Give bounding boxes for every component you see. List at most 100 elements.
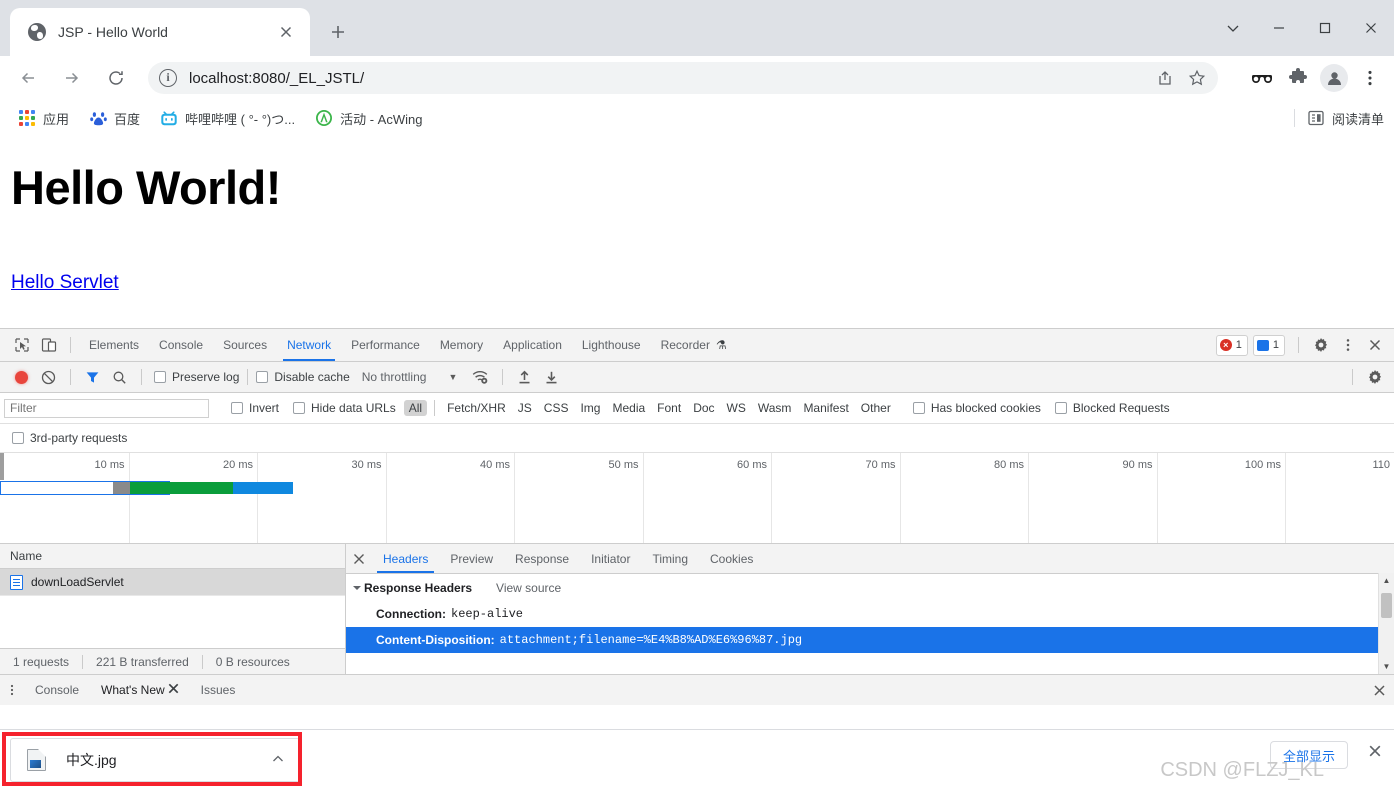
hide-data-urls-checkbox[interactable]: Hide data URLs [293, 401, 396, 415]
filter-type-font[interactable]: Font [652, 400, 686, 416]
close-window-button[interactable] [1348, 0, 1394, 56]
tab-network[interactable]: Network [277, 329, 341, 361]
drawer-tab-whats-new[interactable]: What's New [90, 675, 190, 705]
chrome-menu-icon[interactable] [1354, 62, 1386, 94]
blocked-requests-checkbox[interactable]: Blocked Requests [1054, 401, 1170, 415]
close-shelf-button[interactable] [1368, 744, 1382, 763]
download-item[interactable]: 中文.jpg [10, 738, 300, 782]
bookmark-acwing[interactable]: 活动 - AcWing [309, 106, 428, 131]
scroll-up-icon[interactable]: ▲ [1379, 573, 1394, 588]
profile-avatar-icon[interactable] [1318, 62, 1350, 94]
header-row-content-disposition[interactable]: Content-Disposition: attachment;filename… [346, 627, 1394, 653]
invert-checkbox[interactable]: Invert [231, 401, 279, 415]
share-icon[interactable] [1152, 65, 1178, 91]
filter-type-doc[interactable]: Doc [688, 400, 719, 416]
message-count-badge[interactable]: 1 [1252, 334, 1285, 356]
filter-type-ws[interactable]: WS [722, 400, 751, 416]
address-bar[interactable]: i localhost:8080/_EL_JSTL/ [148, 62, 1218, 94]
filter-type-wasm[interactable]: Wasm [753, 400, 797, 416]
show-all-downloads-button[interactable]: 全部显示 [1269, 741, 1348, 769]
hello-servlet-link[interactable]: Hello Servlet [11, 272, 119, 294]
maximize-button[interactable] [1302, 0, 1348, 56]
export-har-icon[interactable] [538, 364, 565, 390]
tab-recorder[interactable]: Recorder ⚗ [651, 329, 737, 361]
preserve-log-checkbox[interactable]: Preserve log [154, 370, 239, 384]
has-blocked-cookies-checkbox[interactable]: Has blocked cookies [912, 401, 1041, 415]
details-tab-preview[interactable]: Preview [439, 544, 504, 573]
filter-type-other[interactable]: Other [856, 400, 896, 416]
puzzle-extensions-icon[interactable] [1282, 62, 1314, 94]
close-drawer-icon[interactable] [1373, 675, 1386, 705]
third-party-requests-checkbox[interactable]: 3rd-party requests [12, 431, 127, 445]
filter-type-css[interactable]: CSS [539, 400, 574, 416]
bookmark-bilibili[interactable]: 哔哩哔哩 ( °- °)つ... [154, 106, 301, 131]
network-overview-timeline[interactable]: 10 ms 20 ms 30 ms 40 ms 50 ms 60 ms 70 m… [0, 453, 1394, 544]
image-file-icon [27, 749, 46, 771]
network-settings-gear-icon[interactable] [1361, 364, 1388, 390]
filter-type-js[interactable]: JS [513, 400, 537, 416]
tab-performance[interactable]: Performance [341, 329, 430, 361]
more-options-icon[interactable] [1334, 332, 1361, 358]
site-info-icon[interactable]: i [159, 69, 177, 87]
tab-console[interactable]: Console [149, 329, 213, 361]
record-button[interactable] [8, 364, 35, 390]
close-devtools-icon[interactable] [1361, 332, 1388, 358]
filter-input[interactable] [4, 398, 209, 418]
search-icon[interactable] [106, 364, 133, 390]
new-tab-button[interactable] [322, 16, 354, 48]
glasses-extension-icon[interactable] [1246, 62, 1278, 94]
details-tab-response[interactable]: Response [504, 544, 580, 573]
details-tab-cookies[interactable]: Cookies [699, 544, 764, 573]
tab-sources[interactable]: Sources [213, 329, 277, 361]
throttling-select[interactable]: No throttling ▼ [362, 370, 458, 384]
page-viewport: Hello World! Hello Servlet [0, 136, 1394, 328]
settings-gear-icon[interactable] [1307, 332, 1334, 358]
drawer-menu-icon[interactable] [0, 683, 24, 697]
filter-type-fetch-xhr[interactable]: Fetch/XHR [442, 400, 511, 416]
scrollbar-thumb[interactable] [1381, 593, 1392, 618]
error-count-badge[interactable]: × 1 [1215, 334, 1248, 356]
bookmark-star-icon[interactable] [1184, 65, 1210, 91]
tab-lighthouse[interactable]: Lighthouse [572, 329, 651, 361]
tab-application[interactable]: Application [493, 329, 572, 361]
filter-type-manifest[interactable]: Manifest [798, 400, 853, 416]
device-toolbar-icon[interactable] [35, 332, 62, 358]
table-row[interactable]: downLoadServlet [0, 569, 345, 596]
tab-search-icon[interactable] [1210, 0, 1256, 56]
view-source-link[interactable]: View source [496, 581, 561, 595]
disable-cache-checkbox[interactable]: Disable cache [256, 370, 350, 384]
message-icon [1256, 339, 1269, 351]
tab-elements[interactable]: Elements [79, 329, 149, 361]
close-icon[interactable] [168, 683, 179, 697]
reload-button[interactable] [100, 62, 132, 94]
details-scrollbar[interactable]: ▲ ▼ [1378, 573, 1394, 674]
scroll-down-icon[interactable]: ▼ [1379, 659, 1394, 674]
network-conditions-icon[interactable] [467, 364, 494, 390]
back-button[interactable] [12, 62, 44, 94]
minimize-button[interactable] [1256, 0, 1302, 56]
avatar[interactable] [1320, 64, 1348, 92]
reading-list-button[interactable]: 阅读清单 [1293, 100, 1384, 136]
bookmark-baidu[interactable]: 百度 [83, 106, 146, 131]
clear-button[interactable] [35, 364, 62, 390]
drawer-tab-issues[interactable]: Issues [190, 675, 247, 705]
filter-type-all[interactable]: All [403, 400, 428, 416]
forward-button[interactable] [56, 62, 88, 94]
bookmark-apps[interactable]: 应用 [12, 106, 75, 131]
drawer-tab-console[interactable]: Console [24, 675, 90, 705]
filter-type-media[interactable]: Media [607, 400, 650, 416]
filter-funnel-icon[interactable] [79, 364, 106, 390]
close-details-icon[interactable] [346, 553, 372, 565]
details-tab-headers[interactable]: Headers [372, 544, 439, 573]
header-row-connection[interactable]: Connection: keep-alive [346, 601, 1394, 627]
close-icon[interactable] [276, 22, 296, 42]
response-headers-section[interactable]: Response Headers View source [346, 574, 1394, 601]
details-tab-timing[interactable]: Timing [641, 544, 699, 573]
details-tab-initiator[interactable]: Initiator [580, 544, 641, 573]
browser-tab[interactable]: JSP - Hello World [10, 8, 310, 56]
filter-type-img[interactable]: Img [575, 400, 605, 416]
import-har-icon[interactable] [511, 364, 538, 390]
tab-memory[interactable]: Memory [430, 329, 493, 361]
inspect-element-icon[interactable] [8, 332, 35, 358]
chevron-up-icon[interactable] [271, 752, 285, 771]
